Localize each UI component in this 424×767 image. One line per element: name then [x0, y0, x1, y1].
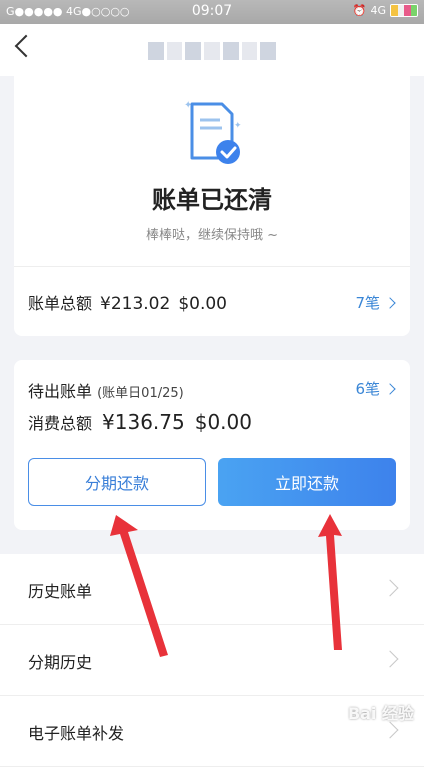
- bill-total-amount: ¥213.02: [100, 294, 171, 314]
- pending-bill-date: (账单日01/25): [97, 386, 184, 401]
- svg-text:✦: ✦: [234, 121, 242, 131]
- chevron-left-icon[interactable]: [14, 34, 38, 58]
- bill-menu: 历史账单 分期历史 电子账单补发: [0, 554, 424, 767]
- alarm-icon: ⏰: [352, 4, 367, 17]
- bill-summary-card: ✦ ✦ 账单已还清 棒棒哒，继续保持哦 ~ 账单总额 ¥213.02 $0.00…: [14, 70, 410, 336]
- pending-bill-card: 待出账单 (账单日01/25) 6笔 消费总额 ¥136.75 $0.00 分期…: [14, 360, 410, 530]
- consume-total-label: 消费总额: [28, 414, 93, 433]
- chevron-right-icon: [381, 721, 399, 739]
- bill-total-label: 账单总额: [28, 294, 93, 313]
- chevron-right-icon: [384, 382, 396, 395]
- pending-count-link[interactable]: 6笔: [355, 378, 396, 399]
- network-label: 4G: [370, 4, 386, 17]
- watermark: Bai 经验: [347, 704, 414, 723]
- consume-total-paid: $0.00: [194, 410, 252, 434]
- pending-count: 6笔: [355, 380, 380, 398]
- paid-status-title: 账单已还清: [152, 186, 272, 214]
- status-bar: G●●●●● 4G●○○○○ 09:07 ⏰ 4G: [0, 0, 424, 24]
- bill-count-link[interactable]: 7笔: [355, 292, 396, 313]
- status-right: ⏰ 4G: [353, 4, 418, 17]
- pending-bill-label: 待出账单: [28, 382, 93, 401]
- chevron-right-icon: [384, 296, 396, 309]
- menu-item-installment-history[interactable]: 分期历史: [0, 625, 424, 696]
- paid-status-subtitle: 棒棒哒，继续保持哦 ~: [145, 228, 279, 243]
- menu-item-history[interactable]: 历史账单: [0, 554, 424, 625]
- nav-bar: [0, 24, 424, 76]
- divider: [14, 266, 410, 267]
- bill-total-paid: $0.00: [178, 294, 227, 314]
- document-check-icon: ✦ ✦: [184, 100, 242, 164]
- menu-item-label: 电子账单补发: [28, 724, 125, 743]
- chevron-right-icon: [381, 650, 399, 668]
- menu-item-label: 分期历史: [28, 653, 93, 672]
- bill-total-row: 账单总额 ¥213.02 $0.00: [28, 290, 227, 314]
- pending-bill-header: 待出账单 (账单日01/25): [28, 378, 184, 402]
- consume-total-row: 消费总额 ¥136.75 $0.00: [28, 410, 252, 434]
- battery-icon: [390, 4, 418, 17]
- pay-now-button[interactable]: 立即还款: [218, 458, 396, 506]
- installment-button[interactable]: 分期还款: [28, 458, 206, 506]
- nav-title-blurred: [148, 42, 277, 60]
- consume-total-amount: ¥136.75: [102, 410, 185, 434]
- menu-item-label: 历史账单: [28, 582, 93, 601]
- chevron-right-icon: [381, 579, 399, 597]
- bill-count: 7笔: [355, 294, 380, 312]
